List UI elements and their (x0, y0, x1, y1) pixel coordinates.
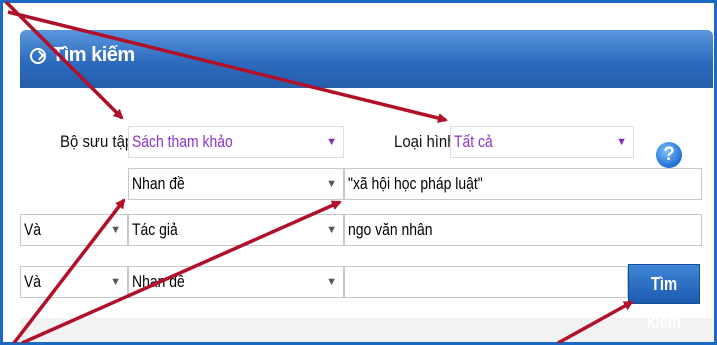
annotation-arrow (7, 10, 448, 123)
annotation-arrows (4, 0, 634, 343)
annotation-arrow (557, 300, 634, 343)
annotation-arrow (4, 0, 124, 120)
